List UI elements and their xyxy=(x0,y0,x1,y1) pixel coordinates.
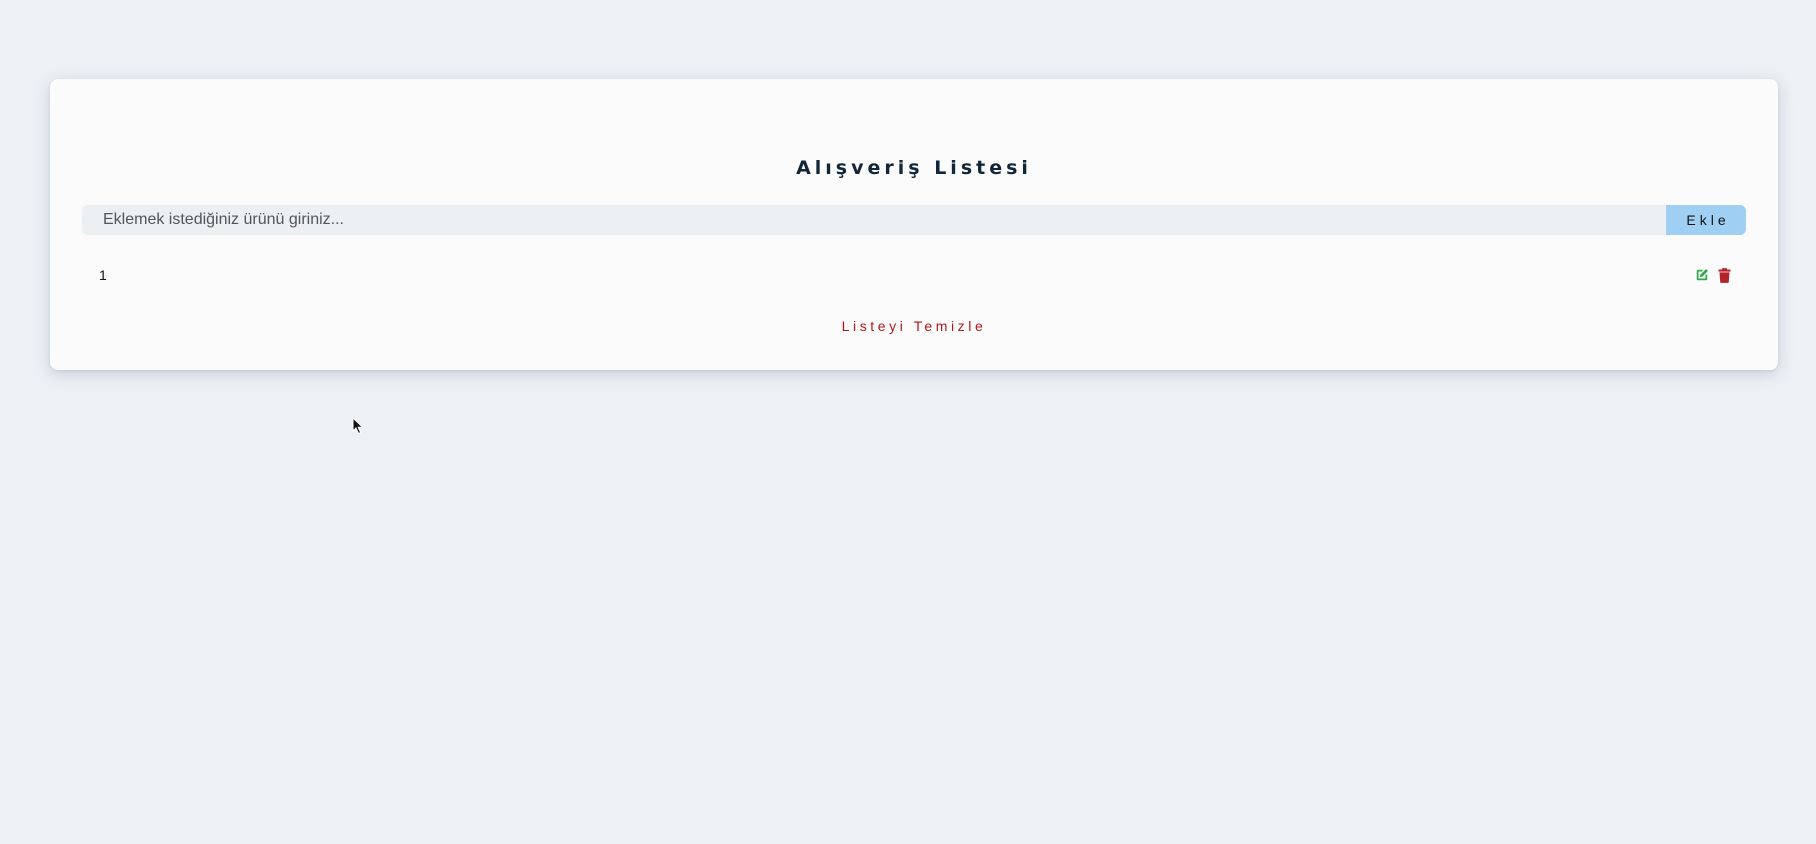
list-item: 1 xyxy=(82,263,1746,287)
item-actions xyxy=(1694,267,1732,283)
clear-list-button[interactable]: Listeyi Temizle xyxy=(804,317,1024,335)
item-input[interactable] xyxy=(82,205,1666,235)
page-title: Alışveriş Listesi xyxy=(796,157,1032,179)
add-item-form: Ekle xyxy=(82,205,1746,235)
shopping-list-card: Alışveriş Listesi Ekle 1 xyxy=(50,79,1778,370)
mouse-cursor-icon xyxy=(352,417,364,435)
item-list: 1 xyxy=(82,263,1746,287)
list-item-label: 1 xyxy=(99,267,107,283)
add-button[interactable]: Ekle xyxy=(1666,205,1746,235)
edit-icon[interactable] xyxy=(1694,267,1710,283)
trash-icon[interactable] xyxy=(1716,267,1732,283)
